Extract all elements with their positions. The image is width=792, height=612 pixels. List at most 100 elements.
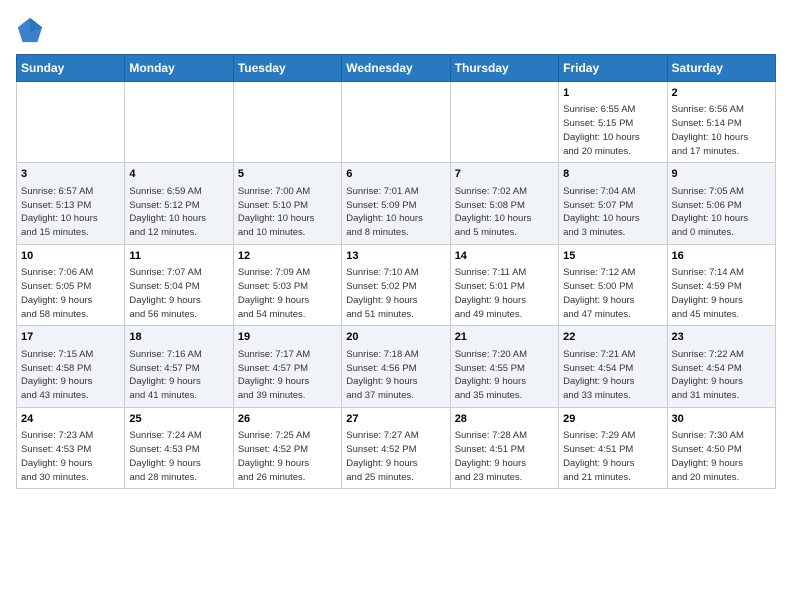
day-info: Sunrise: 7:10 AM Sunset: 5:02 PM Dayligh… [346, 266, 445, 321]
calendar-cell: 7 Sunrise: 7:02 AM Sunset: 5:08 PM Daylig… [450, 163, 558, 244]
day-number: 8 [563, 167, 662, 182]
logo [16, 16, 48, 44]
day-number: 7 [455, 167, 554, 182]
day-number: 16 [672, 249, 771, 264]
calendar-cell: 13 Sunrise: 7:10 AM Sunset: 5:02 PM Dayli… [342, 244, 450, 325]
calendar-cell: 10 Sunrise: 7:06 AM Sunset: 5:05 PM Dayli… [17, 244, 125, 325]
day-number: 13 [346, 249, 445, 264]
day-number: 29 [563, 412, 662, 427]
calendar-cell [17, 82, 125, 163]
calendar-cell [450, 82, 558, 163]
header-row: SundayMondayTuesdayWednesdayThursdayFrid… [17, 55, 776, 82]
day-number: 3 [21, 167, 120, 182]
calendar-cell: 8 Sunrise: 7:04 AM Sunset: 5:07 PM Daylig… [559, 163, 667, 244]
day-info: Sunrise: 7:16 AM Sunset: 4:57 PM Dayligh… [129, 348, 228, 403]
day-number: 21 [455, 330, 554, 345]
calendar-cell: 12 Sunrise: 7:09 AM Sunset: 5:03 PM Dayli… [233, 244, 341, 325]
day-number: 19 [238, 330, 337, 345]
day-info: Sunrise: 6:57 AM Sunset: 5:13 PM Dayligh… [21, 185, 120, 240]
calendar-cell: 28 Sunrise: 7:28 AM Sunset: 4:51 PM Dayli… [450, 407, 558, 488]
day-number: 28 [455, 412, 554, 427]
day-info: Sunrise: 7:21 AM Sunset: 4:54 PM Dayligh… [563, 348, 662, 403]
page-header [16, 16, 776, 44]
header-sunday: Sunday [17, 55, 125, 82]
day-number: 2 [672, 86, 771, 101]
calendar-cell: 1 Sunrise: 6:55 AM Sunset: 5:15 PM Daylig… [559, 82, 667, 163]
day-number: 1 [563, 86, 662, 101]
day-number: 6 [346, 167, 445, 182]
week-row-2: 10 Sunrise: 7:06 AM Sunset: 5:05 PM Dayli… [17, 244, 776, 325]
day-info: Sunrise: 7:28 AM Sunset: 4:51 PM Dayligh… [455, 429, 554, 484]
calendar-cell: 16Sunrise: 7:14 AM Sunset: 4:59 PM Dayli… [667, 244, 775, 325]
day-number: 24 [21, 412, 120, 427]
calendar-cell: 11 Sunrise: 7:07 AM Sunset: 5:04 PM Dayli… [125, 244, 233, 325]
day-info: Sunrise: 7:29 AM Sunset: 4:51 PM Dayligh… [563, 429, 662, 484]
day-number: 11 [129, 249, 228, 264]
calendar-cell: 29 Sunrise: 7:29 AM Sunset: 4:51 PM Dayli… [559, 407, 667, 488]
day-number: 17 [21, 330, 120, 345]
day-info: Sunrise: 6:55 AM Sunset: 5:15 PM Dayligh… [563, 103, 662, 158]
calendar-cell: 27 Sunrise: 7:27 AM Sunset: 4:52 PM Dayli… [342, 407, 450, 488]
calendar-cell: 17 Sunrise: 7:15 AM Sunset: 4:58 PM Dayli… [17, 326, 125, 407]
day-info: Sunrise: 7:09 AM Sunset: 5:03 PM Dayligh… [238, 266, 337, 321]
calendar-cell: 26Sunrise: 7:25 AM Sunset: 4:52 PM Dayli… [233, 407, 341, 488]
logo-icon [16, 16, 44, 44]
calendar-cell: 30 Sunrise: 7:30 AM Sunset: 4:50 PM Dayli… [667, 407, 775, 488]
day-number: 10 [21, 249, 120, 264]
day-info: Sunrise: 7:06 AM Sunset: 5:05 PM Dayligh… [21, 266, 120, 321]
day-number: 23 [672, 330, 771, 345]
day-info: Sunrise: 6:59 AM Sunset: 5:12 PM Dayligh… [129, 185, 228, 240]
calendar-cell [125, 82, 233, 163]
day-info: Sunrise: 7:02 AM Sunset: 5:08 PM Dayligh… [455, 185, 554, 240]
calendar-cell: 9 Sunrise: 7:05 AM Sunset: 5:06 PM Daylig… [667, 163, 775, 244]
day-info: Sunrise: 7:07 AM Sunset: 5:04 PM Dayligh… [129, 266, 228, 321]
day-number: 9 [672, 167, 771, 182]
week-row-1: 3 Sunrise: 6:57 AM Sunset: 5:13 PM Daylig… [17, 163, 776, 244]
day-number: 22 [563, 330, 662, 345]
week-row-4: 24Sunrise: 7:23 AM Sunset: 4:53 PM Dayli… [17, 407, 776, 488]
week-row-3: 17 Sunrise: 7:15 AM Sunset: 4:58 PM Dayli… [17, 326, 776, 407]
day-number: 15 [563, 249, 662, 264]
day-info: Sunrise: 7:04 AM Sunset: 5:07 PM Dayligh… [563, 185, 662, 240]
day-info: Sunrise: 7:15 AM Sunset: 4:58 PM Dayligh… [21, 348, 120, 403]
calendar-cell: 6Sunrise: 7:01 AM Sunset: 5:09 PM Daylig… [342, 163, 450, 244]
calendar-header: SundayMondayTuesdayWednesdayThursdayFrid… [17, 55, 776, 82]
day-number: 20 [346, 330, 445, 345]
calendar-cell: 3 Sunrise: 6:57 AM Sunset: 5:13 PM Daylig… [17, 163, 125, 244]
calendar-cell: 23 Sunrise: 7:22 AM Sunset: 4:54 PM Dayli… [667, 326, 775, 407]
calendar-table: SundayMondayTuesdayWednesdayThursdayFrid… [16, 54, 776, 489]
calendar-cell: 15 Sunrise: 7:12 AM Sunset: 5:00 PM Dayli… [559, 244, 667, 325]
day-info: Sunrise: 7:30 AM Sunset: 4:50 PM Dayligh… [672, 429, 771, 484]
day-number: 5 [238, 167, 337, 182]
calendar-cell: 5Sunrise: 7:00 AM Sunset: 5:10 PM Daylig… [233, 163, 341, 244]
day-info: Sunrise: 7:18 AM Sunset: 4:56 PM Dayligh… [346, 348, 445, 403]
header-wednesday: Wednesday [342, 55, 450, 82]
calendar-cell: 2Sunrise: 6:56 AM Sunset: 5:14 PM Daylig… [667, 82, 775, 163]
day-info: Sunrise: 7:20 AM Sunset: 4:55 PM Dayligh… [455, 348, 554, 403]
calendar-cell [233, 82, 341, 163]
day-info: Sunrise: 7:25 AM Sunset: 4:52 PM Dayligh… [238, 429, 337, 484]
day-number: 4 [129, 167, 228, 182]
header-friday: Friday [559, 55, 667, 82]
calendar-cell: 24Sunrise: 7:23 AM Sunset: 4:53 PM Dayli… [17, 407, 125, 488]
calendar-cell: 19Sunrise: 7:17 AM Sunset: 4:57 PM Dayli… [233, 326, 341, 407]
day-info: Sunrise: 7:27 AM Sunset: 4:52 PM Dayligh… [346, 429, 445, 484]
day-number: 12 [238, 249, 337, 264]
header-tuesday: Tuesday [233, 55, 341, 82]
calendar-cell: 20 Sunrise: 7:18 AM Sunset: 4:56 PM Dayli… [342, 326, 450, 407]
calendar-cell: 21 Sunrise: 7:20 AM Sunset: 4:55 PM Dayli… [450, 326, 558, 407]
week-row-0: 1 Sunrise: 6:55 AM Sunset: 5:15 PM Daylig… [17, 82, 776, 163]
calendar-cell: 14Sunrise: 7:11 AM Sunset: 5:01 PM Dayli… [450, 244, 558, 325]
day-number: 27 [346, 412, 445, 427]
day-info: Sunrise: 7:22 AM Sunset: 4:54 PM Dayligh… [672, 348, 771, 403]
calendar-body: 1 Sunrise: 6:55 AM Sunset: 5:15 PM Daylig… [17, 82, 776, 489]
calendar-cell: 4 Sunrise: 6:59 AM Sunset: 5:12 PM Daylig… [125, 163, 233, 244]
day-info: Sunrise: 7:12 AM Sunset: 5:00 PM Dayligh… [563, 266, 662, 321]
calendar-cell: 18 Sunrise: 7:16 AM Sunset: 4:57 PM Dayli… [125, 326, 233, 407]
calendar-cell: 22 Sunrise: 7:21 AM Sunset: 4:54 PM Dayli… [559, 326, 667, 407]
day-number: 18 [129, 330, 228, 345]
day-number: 30 [672, 412, 771, 427]
day-info: Sunrise: 7:05 AM Sunset: 5:06 PM Dayligh… [672, 185, 771, 240]
day-info: Sunrise: 7:24 AM Sunset: 4:53 PM Dayligh… [129, 429, 228, 484]
calendar-cell: 25Sunrise: 7:24 AM Sunset: 4:53 PM Dayli… [125, 407, 233, 488]
